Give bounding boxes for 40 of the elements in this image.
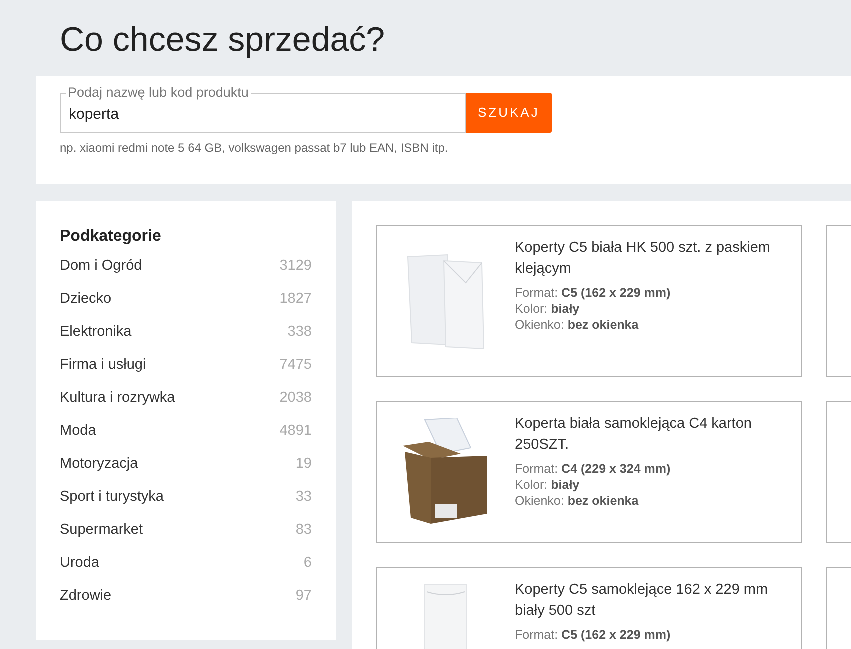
category-link[interactable]: Sport i turystyka: [60, 486, 164, 508]
category-link[interactable]: Moda: [60, 420, 96, 442]
category-link[interactable]: Zdrowie: [60, 586, 112, 608]
category-count: 7475: [280, 356, 312, 375]
product-card[interactable]: Koperty C5 biała HK 500 szt. z paskiem klejącym Format: C5 (162 x 229 mm) Kolor: biały Okienko: bez okienka: [376, 225, 802, 377]
sidebar-title: Podkategorie: [60, 227, 162, 247]
category-count: 338: [288, 322, 312, 342]
product-attribute: Okienko: bez okienka: [515, 317, 640, 333]
category-count: 2038: [280, 388, 312, 408]
envelope-icon: [424, 584, 468, 649]
category-link[interactable]: Elektronika: [60, 322, 132, 344]
category-count: 1827: [280, 290, 312, 309]
category-count: 19: [296, 454, 312, 474]
product-title[interactable]: Koperty C5 biała HK 500 szt. z paskiem klejącym: [515, 238, 789, 280]
category-link[interactable]: Dziecko: [60, 288, 112, 310]
page-title: Co chcesz sprzedać?: [60, 20, 386, 61]
category-count: 4891: [280, 422, 312, 441]
category-count: 6: [304, 554, 312, 573]
product-title[interactable]: Koperty C5 samoklejące 162 x 229 mm biały 500 szt: [515, 580, 789, 622]
category-link[interactable]: Kultura i rozrywka: [60, 388, 176, 410]
product-card[interactable]: Koperta biała samoklejąca C4 karton 250SZT. Format: C4 (229 x 324 mm) Kolor: biały Okienko: bez okienka: [376, 401, 802, 543]
product-attribute: Format: C4 (229 x 324 mm): [515, 461, 672, 477]
search-hint: np. xiaomi redmi note 5 64 GB, volkswagen passat b7 lub EAN, ISBN itp.: [60, 140, 450, 157]
field-label: Podaj nazwę lub kod produktu: [66, 84, 251, 101]
category-link[interactable]: Supermarket: [60, 520, 144, 542]
category-link[interactable]: Uroda: [60, 552, 100, 574]
product-title[interactable]: Koperta biała samoklejąca C4 karton 250SZT.: [515, 414, 789, 456]
category-count: 83: [296, 520, 312, 540]
category-link[interactable]: Dom i Ogród: [60, 256, 142, 278]
category-count: 97: [296, 586, 312, 606]
product-attribute: Format: C5 (162 x 229 mm): [515, 285, 672, 301]
product-attribute: Okienko: bez okienka: [515, 493, 640, 509]
product-attribute: Format: C5 (162 x 229 mm): [515, 627, 672, 643]
category-link[interactable]: Firma i usługi: [60, 354, 146, 376]
category-link[interactable]: Motoryzacja: [60, 454, 138, 476]
category-count: 33: [296, 488, 312, 507]
product-attribute: Kolor: biały: [515, 477, 581, 493]
category-count: 3129: [280, 256, 312, 276]
product-attribute: Kolor: biały: [515, 301, 581, 317]
product-card[interactable]: Koperty C5 samoklejące 162 x 229 mm biały 500 szt Format: C5 (162 x 229 mm): [376, 567, 802, 649]
